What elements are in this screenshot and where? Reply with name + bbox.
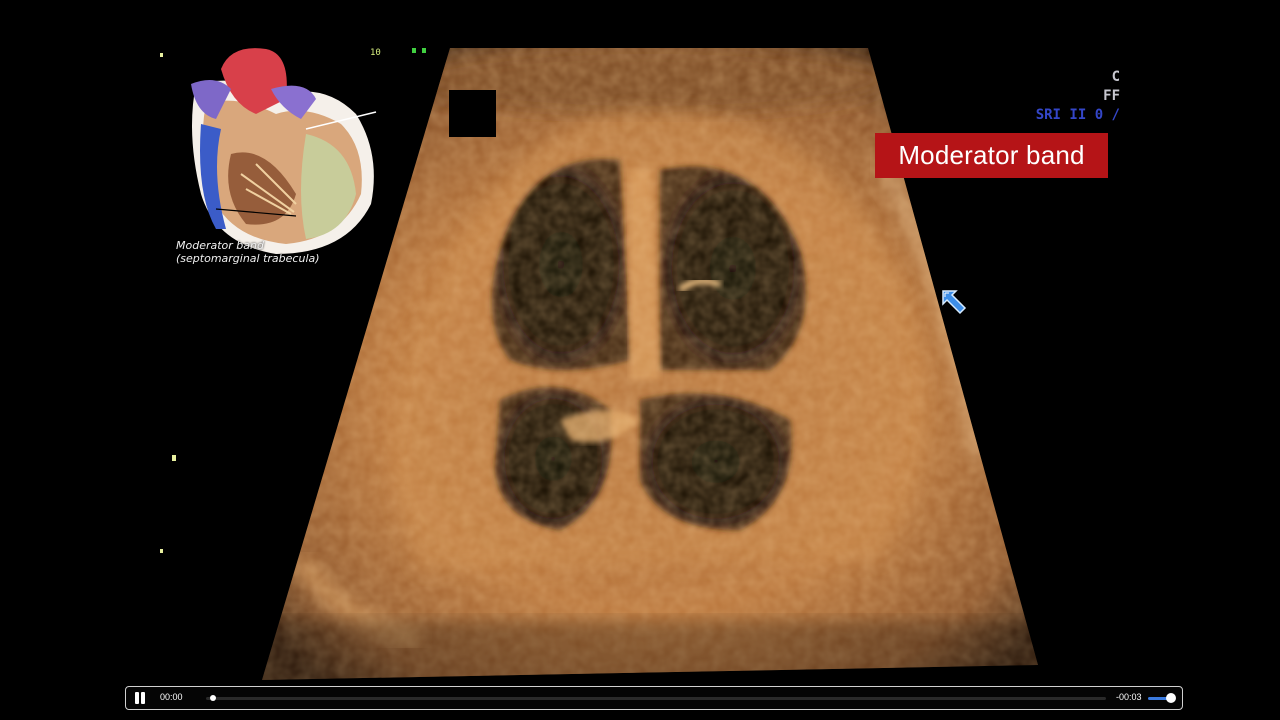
remaining-time: -00:03: [1116, 692, 1142, 702]
scanner-info-text: C FF SRI II 0 /: [1036, 68, 1120, 125]
pause-button[interactable]: [132, 691, 148, 705]
heart-anatomy-illustration: [191, 48, 377, 255]
arrow-cursor-icon: [942, 290, 967, 315]
moderator-band-label: Moderator band: [875, 133, 1108, 178]
video-control-bar: 00:00 -00:03: [125, 686, 1183, 710]
depth-marker: [172, 455, 176, 461]
depth-marker: [422, 48, 426, 53]
mask-box: [449, 90, 496, 137]
heart-caption-line2: (septomarginal trabecula): [176, 252, 320, 265]
scanner-info-line1: C: [1111, 69, 1120, 85]
scanner-info-line3: SRI II 0 /: [1035, 107, 1120, 123]
heart-caption: Moderator band (septomarginal trabecula): [176, 239, 376, 265]
seek-thumb[interactable]: [210, 695, 216, 701]
volume-thumb[interactable]: [1166, 693, 1176, 703]
current-time: 00:00: [160, 692, 183, 702]
heart-caption-line1: Moderator band: [176, 239, 264, 252]
pause-icon: [135, 692, 139, 704]
scanner-info-line2: FF: [1103, 88, 1120, 104]
video-viewport[interactable]: 10 Moderator band (septomarginal trabecu…: [0, 0, 1280, 720]
depth-marker: [160, 53, 163, 57]
seek-bar[interactable]: [206, 697, 1106, 700]
pause-icon: [141, 692, 145, 704]
depth-marker: [160, 549, 163, 553]
depth-marker: [412, 48, 416, 53]
